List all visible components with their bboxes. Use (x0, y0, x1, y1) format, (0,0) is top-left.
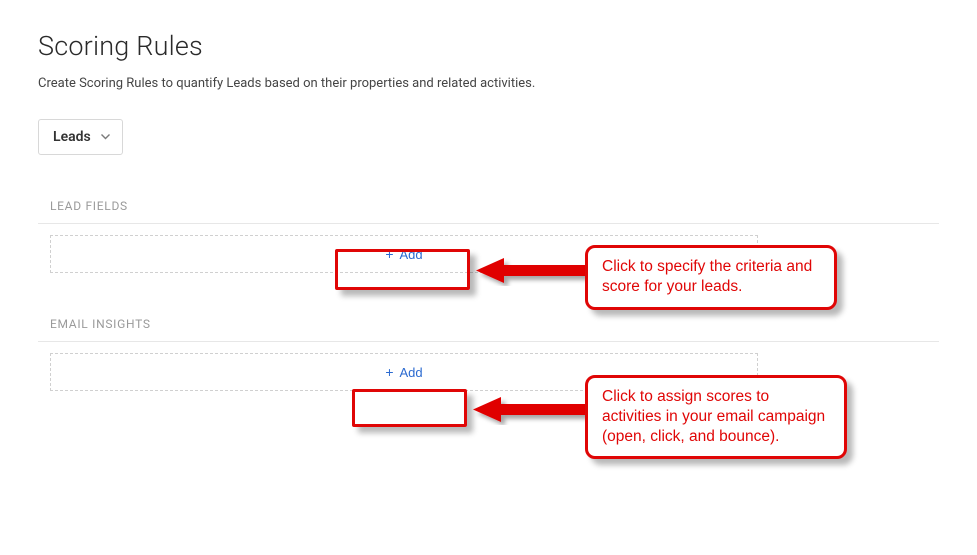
add-button-label: Add (400, 365, 423, 380)
module-dropdown-label: Leads (53, 129, 91, 145)
annotation-highlight-2 (352, 389, 467, 427)
annotation-callout-1: Click to specify the criteria and score … (585, 245, 837, 310)
page-subtitle: Create Scoring Rules to quantify Leads b… (38, 76, 939, 91)
section-label-email-insights: EMAIL INSIGHTS (38, 317, 939, 342)
annotation-arrow-2 (467, 395, 589, 425)
plus-icon: + (385, 247, 393, 261)
caret-down-icon (101, 134, 110, 140)
module-dropdown[interactable]: Leads (38, 119, 123, 155)
add-lead-field-button[interactable]: + Add (385, 247, 422, 262)
annotation-callout-2: Click to assign scores to activities in … (585, 375, 847, 459)
section-label-lead-fields: LEAD FIELDS (38, 199, 939, 224)
add-email-insight-button[interactable]: + Add (385, 365, 422, 380)
plus-icon: + (385, 365, 393, 379)
page-title: Scoring Rules (38, 30, 939, 62)
add-button-label: Add (400, 247, 423, 262)
